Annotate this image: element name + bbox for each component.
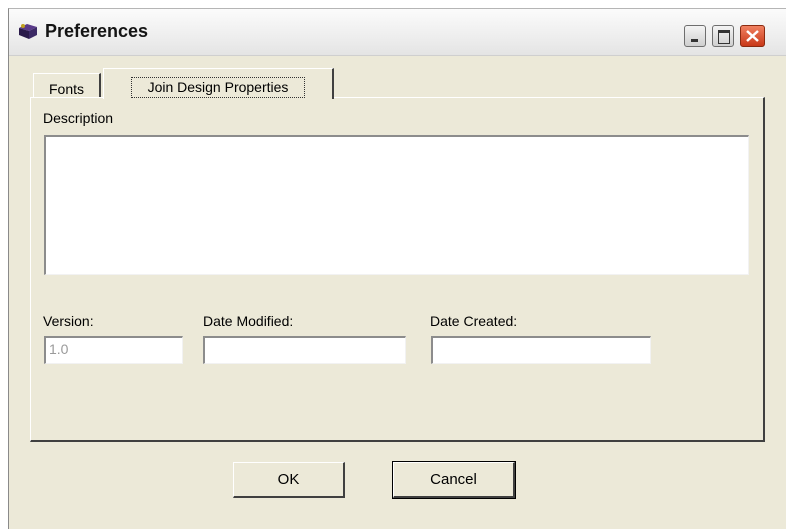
date-modified-field[interactable]	[203, 336, 406, 364]
tab-join-design-properties-label: Join Design Properties	[130, 77, 306, 98]
window-title: Preferences	[45, 21, 149, 41]
preferences-app-icon	[19, 24, 37, 39]
close-icon[interactable]	[740, 25, 765, 47]
tab-join-design-properties[interactable]: Join Design Properties	[103, 68, 334, 99]
tab-panel-join-design-properties: Description Version: 1.0 Date Modified: …	[30, 97, 765, 442]
version-label: Version:	[43, 313, 94, 329]
tab-fonts-label: Fonts	[48, 81, 84, 97]
minimize-icon[interactable]	[684, 25, 706, 47]
date-created-label: Date Created:	[430, 313, 518, 329]
cancel-button-label: Cancel	[430, 471, 477, 488]
title-bar[interactable]: Preferences	[9, 9, 786, 56]
date-modified-label: Date Modified:	[203, 313, 294, 329]
ok-button-label: OK	[277, 471, 300, 488]
date-created-field[interactable]	[431, 336, 651, 364]
version-field[interactable]: 1.0	[44, 336, 183, 364]
cancel-button[interactable]: Cancel	[392, 461, 516, 499]
description-label: Description	[43, 110, 114, 126]
description-field[interactable]	[44, 135, 749, 275]
ok-button[interactable]: OK	[233, 462, 345, 498]
tab-fonts[interactable]: Fonts	[33, 73, 101, 97]
preferences-window: Preferences Description Version: 1.0 Dat…	[8, 8, 786, 529]
maximize-icon[interactable]	[712, 25, 734, 47]
